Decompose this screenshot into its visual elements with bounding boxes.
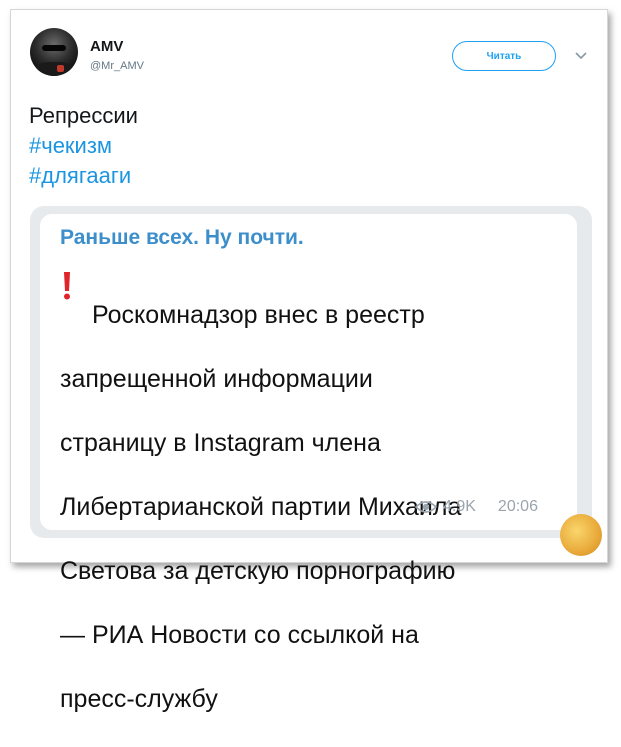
author-name[interactable]: AMV xyxy=(90,38,123,55)
channel-title: Раньше всех. Ну почти. xyxy=(60,226,304,249)
follow-button[interactable]: Читать xyxy=(452,41,556,71)
message-line: Роскомнадзор внес в реестр xyxy=(92,301,425,329)
hashtag-link[interactable]: #длягааги xyxy=(29,161,131,191)
hashtag-link[interactable]: #чекизм xyxy=(29,131,112,161)
avatar-shirt xyxy=(34,62,74,76)
author-handle[interactable]: @Mr_AMV xyxy=(90,60,144,72)
eye-icon xyxy=(415,501,437,513)
avatar-glasses xyxy=(42,45,66,51)
tweet-text: Репрессии xyxy=(29,103,138,128)
post-meta: 4.9K 20:06 xyxy=(415,498,538,516)
view-count: 4.9K xyxy=(443,498,476,515)
avatar-patch xyxy=(57,65,64,72)
message-line: пресс-службу xyxy=(60,685,218,713)
watermark-logo xyxy=(560,514,602,556)
message-line: — РИА Новости со ссылкой на xyxy=(60,621,419,649)
avatar[interactable] xyxy=(30,28,78,76)
post-time: 20:06 xyxy=(497,498,538,515)
chevron-down-icon[interactable] xyxy=(574,51,588,61)
message-line: запрещенной информации xyxy=(60,365,373,393)
message-line: страницу в Instagram члена xyxy=(60,429,381,457)
message-line: Светова за детскую порнографию xyxy=(60,557,456,585)
